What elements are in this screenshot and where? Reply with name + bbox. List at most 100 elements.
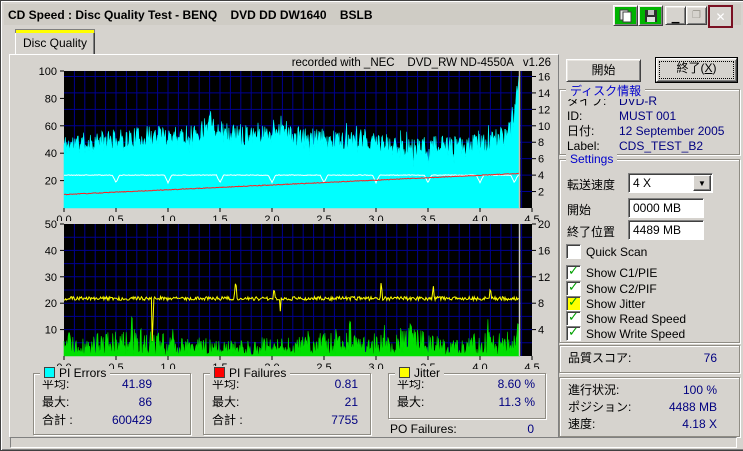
close-icon: ✕ — [715, 9, 726, 24]
svg-text:14: 14 — [538, 88, 550, 100]
po-failures-value: 0 — [527, 422, 534, 436]
floppy-glyph-icon — [644, 9, 657, 22]
jitter-stats-box: Jitter 平均: 8.60 % 最大: 11.3 % — [388, 366, 546, 419]
svg-text:16: 16 — [538, 71, 550, 83]
pi-failures-jitter-chart: 1020304050481216200.00.51.01.52.02.53.03… — [45, 219, 551, 369]
svg-text:10: 10 — [45, 325, 57, 337]
svg-text:4: 4 — [538, 170, 544, 182]
checkbox-icon[interactable] — [566, 324, 581, 341]
pi-failures-avg: 0.81 — [334, 377, 358, 391]
svg-text:50: 50 — [45, 219, 57, 231]
pi-errors-title: PI Errors — [59, 366, 107, 380]
jitter-max: 11.3 % — [498, 395, 535, 409]
po-failures-label: PO Failures: — [390, 422, 457, 436]
speed-label: 転送速度 — [567, 178, 616, 192]
disc-info-box: ディスク情報 タイプ: DVD-R ID: MUST 001 日付: 12 Septe… — [559, 82, 740, 155]
disc-info-title: ディスク情報 — [566, 82, 646, 99]
speed-value: 4 X — [633, 176, 652, 190]
checkbox-show-read-speed[interactable]: Show Read Speed — [566, 309, 687, 326]
max-label: 最大: — [212, 395, 240, 409]
pi-errors-legend: PI Errors — [40, 366, 111, 380]
pi-failures-max: 21 — [344, 395, 358, 409]
speed-readout-label: 速度: — [568, 417, 596, 431]
checkbox-icon[interactable] — [566, 263, 581, 280]
end-pos-input[interactable]: 4489 MB — [628, 220, 704, 240]
max-label: 最大: — [397, 395, 425, 409]
svg-text:4.0: 4.0 — [472, 362, 487, 369]
svg-text:1.0: 1.0 — [160, 362, 175, 369]
disc-label-value: CDS_TEST_B2 — [619, 139, 704, 153]
speed-combobox[interactable]: 4 X ▼ — [628, 173, 713, 193]
disc-date-label: 日付: — [567, 124, 595, 138]
max-label: 最大: — [42, 395, 70, 409]
total-label: 合計 : — [212, 413, 243, 427]
position-label: ポジション: — [568, 400, 632, 414]
minimize-button[interactable]: ▁ — [665, 6, 686, 25]
checkbox-label: Show Read Speed — [586, 311, 687, 326]
checkbox-label: Show Jitter — [586, 296, 646, 311]
quality-score-value: 76 — [703, 351, 717, 365]
svg-text:40: 40 — [45, 148, 57, 160]
disc-date-value: 12 September 2005 — [619, 124, 725, 138]
start-pos-label: 開始 — [567, 203, 592, 217]
svg-text:4: 4 — [538, 325, 544, 337]
svg-text:12: 12 — [538, 272, 550, 284]
pi-failures-legend: PI Failures — [210, 366, 291, 380]
tab-accent — [15, 29, 95, 33]
checkbox-icon[interactable] — [566, 244, 581, 259]
svg-text:2.5: 2.5 — [316, 362, 331, 369]
exit-button[interactable]: 終了(X) — [655, 57, 738, 83]
svg-text:10: 10 — [538, 121, 550, 133]
checkbox-show-c1-pie[interactable]: Show C1/PIE — [566, 263, 658, 280]
svg-text:100: 100 — [39, 66, 57, 78]
jitter-avg: 8.60 % — [497, 377, 535, 391]
maximize-button[interactable]: ❐ — [686, 6, 707, 25]
svg-text:0.5: 0.5 — [108, 362, 123, 369]
pi-failures-total: 7755 — [331, 413, 358, 427]
pi-errors-swatch-icon — [44, 367, 55, 378]
svg-text:4.5: 4.5 — [524, 362, 539, 369]
checkbox-label: Quick Scan — [586, 244, 648, 259]
pi-errors-avg: 41.89 — [121, 377, 152, 391]
progress-box: 進行状況: 100 % ポジション: 4488 MB 速度: 4.18 X — [559, 377, 740, 437]
progress-label: 進行状況: — [568, 383, 620, 397]
svg-text:16: 16 — [538, 245, 550, 257]
save-icon[interactable] — [638, 5, 663, 26]
settings-box: Settings 転送速度 4 X ▼ 開始 0000 MB 終了位置 4489… — [559, 152, 740, 343]
jitter-swatch-icon — [399, 367, 410, 378]
checkbox-label: Show C1/PIE — [586, 265, 658, 280]
copy-glyph-icon — [619, 9, 631, 22]
close-button[interactable]: ✕ — [708, 5, 733, 28]
svg-text:60: 60 — [45, 121, 57, 133]
start-button[interactable]: 開始 — [566, 59, 641, 82]
progress-value: 100 % — [682, 383, 717, 397]
pi-failures-stats-box: PI Failures 平均: 0.81 最大: 21 合計 :7755 — [203, 366, 371, 435]
checkbox-show-write-speed[interactable]: Show Write Speed — [566, 324, 686, 341]
pi-errors-chart: 204060801002468101214160.0 0.5 1.0 1.5 2.0 2.… — [39, 66, 551, 221]
svg-text:20: 20 — [45, 176, 57, 188]
pi-errors-total: 600429 — [111, 413, 152, 427]
jitter-legend: Jitter — [395, 366, 445, 380]
checkbox-show-c2-pif[interactable]: Show C2/PIF — [566, 279, 657, 296]
chevron-down-icon[interactable]: ▼ — [693, 175, 711, 191]
exit-button-label: 終了(X) — [676, 61, 717, 75]
pi-errors-stats-box: PI Errors 平均: 41.89 最大: 86 合計 :600429 — [33, 366, 191, 435]
svg-text:2: 2 — [538, 187, 544, 199]
copy-icon[interactable] — [613, 5, 638, 26]
start-pos-input[interactable]: 0000 MB — [628, 198, 704, 218]
checkbox-quick-scan[interactable]: Quick Scan — [566, 244, 647, 259]
end-pos-label: 終了位置 — [567, 225, 616, 239]
pi-failures-swatch-icon — [214, 367, 225, 378]
svg-text:80: 80 — [45, 93, 57, 105]
tab-disc-quality[interactable]: Disc Quality — [15, 29, 95, 54]
tab-label: Disc Quality — [22, 36, 87, 50]
settings-title: Settings — [566, 152, 618, 166]
quality-score-box: 品質スコア: 76 — [559, 345, 740, 373]
start-pos-value: 0000 MB — [633, 201, 682, 215]
disc-id-value: MUST 001 — [619, 109, 677, 123]
checkbox-label: Show Write Speed — [586, 326, 686, 341]
start-button-label: 開始 — [591, 63, 616, 77]
status-bar — [10, 437, 737, 448]
quality-score-label: 品質スコア: — [568, 351, 632, 365]
svg-text:20: 20 — [538, 219, 550, 231]
